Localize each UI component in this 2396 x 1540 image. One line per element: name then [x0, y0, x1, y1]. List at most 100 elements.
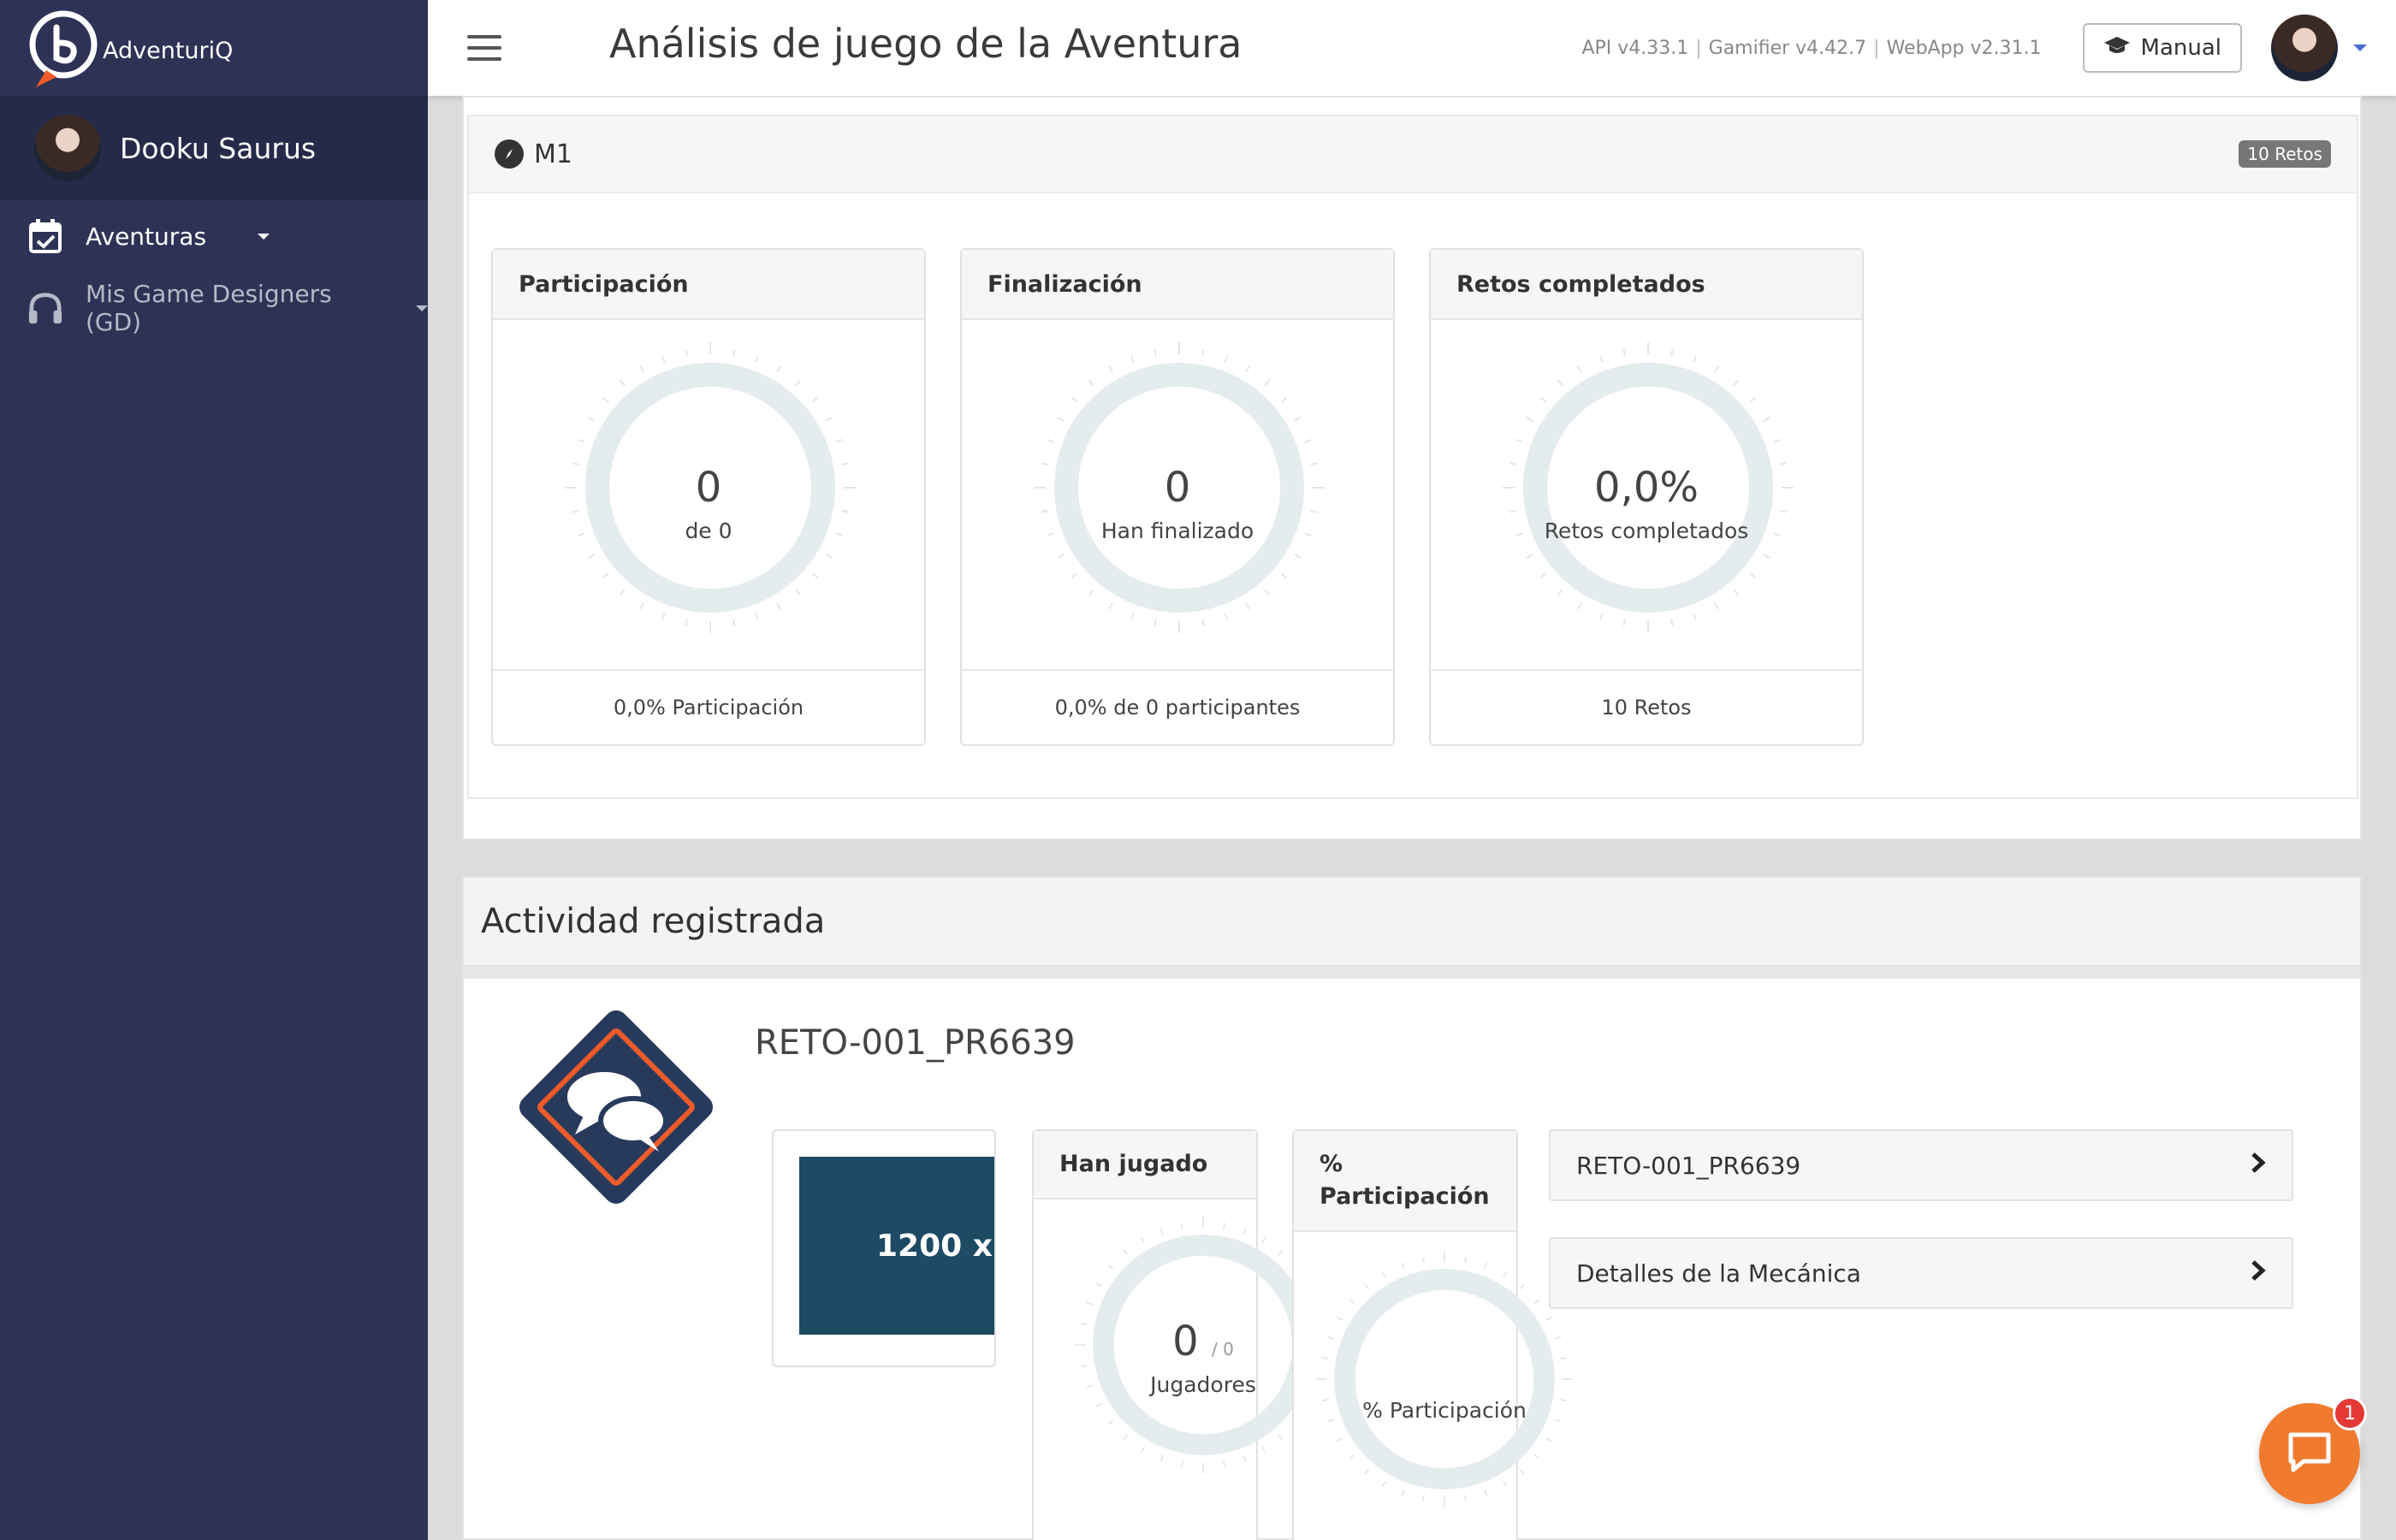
- gauge-tick: [1598, 613, 1604, 620]
- avatar: [34, 115, 101, 181]
- gauge-tick: [1381, 1480, 1386, 1487]
- gauge-tick: [1714, 365, 1719, 373]
- gauge-tick: [1264, 379, 1271, 387]
- sidebar-item-label: Mis Game Designers (GD): [86, 280, 332, 336]
- gauge-ring: [1314, 1249, 1575, 1509]
- gauge: 0 de 0: [493, 320, 924, 671]
- stat-title: Finalización: [962, 250, 1393, 320]
- gauge-tick: [1622, 619, 1626, 626]
- gauge-tick: [1503, 1271, 1508, 1278]
- manual-label: Manual: [2140, 35, 2221, 61]
- gauge-tick: [776, 365, 781, 373]
- gauge-tick: [1349, 1454, 1355, 1460]
- gauge-tick: [1464, 1495, 1467, 1502]
- gauge-tick: [1337, 1437, 1343, 1442]
- image-placeholder: 1200 x 640: [799, 1157, 994, 1335]
- sidebar-item-aventuras[interactable]: Aventuras: [0, 200, 428, 272]
- headphones-icon: [27, 290, 63, 326]
- chevron-right-icon: [2251, 1152, 2266, 1180]
- caret-down-icon[interactable]: [2353, 44, 2367, 51]
- gauge-tick: [1503, 1480, 1508, 1487]
- gauge-tick: [1154, 619, 1157, 626]
- gauge-tick: [1763, 417, 1770, 422]
- gauge-tick: [1364, 1468, 1370, 1475]
- gauge-tick: [685, 619, 688, 626]
- gauge-tick: [661, 355, 666, 363]
- gauge-tick: [1484, 1262, 1488, 1269]
- gauge-tick: [1070, 396, 1078, 403]
- activity-title: Actividad registrada: [464, 878, 2360, 967]
- gauge-tick: [1749, 572, 1757, 579]
- gauge-tick: [1577, 365, 1582, 373]
- gauge-tick: [1181, 1460, 1183, 1467]
- gauge-tick: [1108, 602, 1113, 610]
- mechanic-card: M1 10 Retos Participación 0 de 0 0,0% Pa…: [462, 96, 2362, 840]
- gauge-tick: [1245, 602, 1250, 610]
- sidebar-item-label: Aventuras: [86, 222, 207, 251]
- gauge-tick: [619, 379, 626, 387]
- chevron-right-icon: [2251, 1259, 2266, 1288]
- gauge-tick: [1095, 1282, 1102, 1287]
- gauge-tick: [1242, 1455, 1247, 1462]
- user-avatar[interactable]: [2271, 15, 2338, 81]
- gauge-tick: [639, 365, 644, 373]
- stat-footer: 10 Retos: [1601, 696, 1692, 720]
- gauge-tick: [1577, 602, 1582, 610]
- gauge-tick: [1749, 396, 1757, 403]
- gauge-tick: [1555, 1336, 1562, 1340]
- gauge-tick: [1464, 1257, 1467, 1264]
- mechanic-title: M1: [534, 139, 572, 169]
- gauge-tick: [1545, 1437, 1552, 1442]
- manual-button[interactable]: Manual: [2082, 23, 2242, 73]
- gauge-tick: [1201, 349, 1205, 357]
- gauge-tick: [1733, 589, 1740, 596]
- stat-footer: 0,0% Participación: [613, 696, 804, 720]
- reto-link[interactable]: RETO-001_PR6639: [1549, 1129, 2293, 1201]
- gauge-tick: [661, 613, 666, 620]
- gauge-tick: [1693, 355, 1698, 363]
- mechanic-details-label: Detalles de la Mecánica: [1576, 1259, 1861, 1288]
- divider: [464, 967, 2360, 979]
- gauge-tick: [1242, 1228, 1247, 1235]
- stat-card-participacion: Participación 0 de 0 0,0% Participación: [491, 248, 926, 746]
- gauge-value: 0: [695, 464, 722, 512]
- gauge-tick: [1539, 572, 1547, 579]
- gauge-tick: [1545, 1316, 1552, 1321]
- gauge-tick: [795, 379, 802, 387]
- mechanic-details-link[interactable]: Detalles de la Mecánica: [1549, 1237, 2293, 1309]
- stat-card-retos-completados: Retos completados 0,0% Retos completados…: [1429, 248, 1864, 746]
- gauge-tick: [1159, 1228, 1164, 1235]
- sidebar-item-game-designers[interactable]: Mis Game Designers (GD): [0, 272, 428, 344]
- played-total: / 0: [1211, 1339, 1234, 1359]
- sidebar-user[interactable]: Dooku Saurus: [0, 96, 428, 200]
- user-name: Dooku Saurus: [120, 131, 317, 165]
- gauge-tick: [1714, 602, 1719, 610]
- gauge-tick: [1224, 613, 1229, 620]
- gauge-tick: [1773, 438, 1781, 443]
- gauge-tick: [732, 619, 736, 626]
- chat-notification-badge: 1: [2333, 1396, 2367, 1430]
- gauge-tick: [602, 572, 609, 579]
- gauge-tick: [1598, 355, 1604, 363]
- gauge-tick: [811, 396, 819, 403]
- gauge-tick: [1280, 572, 1288, 579]
- gauge-tick: [1337, 1316, 1343, 1321]
- gauge-tick: [835, 438, 843, 443]
- menu-toggle-icon[interactable]: [467, 35, 501, 61]
- gauge-tick: [755, 613, 760, 620]
- brand[interactable]: AdventuriQ: [0, 0, 428, 96]
- gamifier-version: Gamifier v4.42.7: [1708, 37, 1867, 59]
- participation-title: % Participación: [1294, 1131, 1516, 1232]
- gauge-tick: [1223, 1223, 1225, 1229]
- gauge-tick: [1130, 355, 1135, 363]
- gauge-tick: [1224, 355, 1229, 363]
- gauge-tick: [1304, 438, 1312, 443]
- gauge-tick: [639, 602, 644, 610]
- gauge: 0,0% Retos completados: [1431, 320, 1862, 671]
- gauge-tick: [1280, 396, 1288, 403]
- gauge-tick: [1539, 396, 1547, 403]
- reto-link-label: RETO-001_PR6639: [1576, 1151, 1801, 1180]
- gauge-tick: [1484, 1490, 1488, 1496]
- gauge-tick: [1327, 1336, 1334, 1340]
- gauge-label: Retos completados: [1544, 518, 1749, 543]
